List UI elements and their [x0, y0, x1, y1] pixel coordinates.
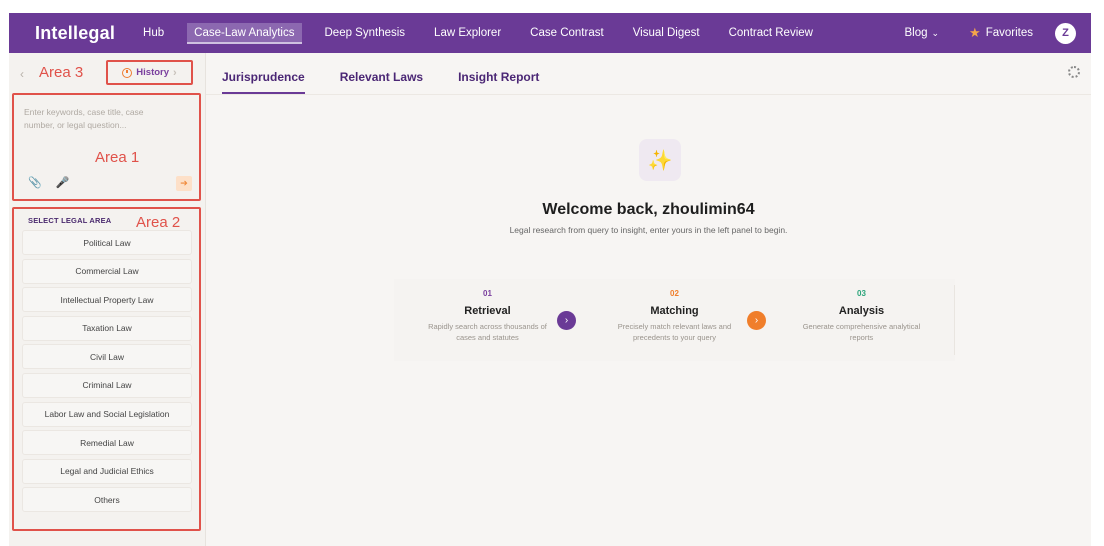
legal-area-political-law[interactable]: Political Law	[22, 230, 192, 255]
nav-item-deep-synthesis[interactable]: Deep Synthesis	[319, 23, 412, 43]
legal-area-intellectual-property-law[interactable]: Intellectual Property Law	[22, 287, 192, 313]
send-button[interactable]: ➔	[176, 176, 192, 191]
search-input[interactable]: Enter keywords, case title, case number,…	[24, 106, 164, 132]
arrow-right-icon: ›	[747, 311, 766, 330]
step-number: 02	[670, 289, 679, 298]
legal-area-list: Political Law Commercial Law Intellectua…	[22, 230, 192, 516]
step-title: Retrieval	[464, 305, 511, 317]
nav-item-case-contrast[interactable]: Case Contrast	[524, 23, 610, 43]
welcome-subtitle: Legal research from query to insight, en…	[509, 225, 788, 235]
chevron-left-icon[interactable]: ‹	[20, 67, 24, 81]
legal-area-labor-law[interactable]: Labor Law and Social Legislation	[22, 401, 192, 427]
nav-item-law-explorer[interactable]: Law Explorer	[428, 23, 507, 43]
step-analysis: 03 Analysis Generate comprehensive analy…	[768, 279, 955, 361]
nav-items: Hub Case-Law Analytics Deep Synthesis La…	[137, 22, 836, 44]
tab-jurisprudence[interactable]: Jurisprudence	[222, 70, 305, 94]
gear-icon[interactable]	[1068, 66, 1080, 78]
input-tools: 📎 🎤	[28, 176, 69, 189]
brand-logo[interactable]: Intellegal	[35, 23, 115, 44]
step-retrieval: 01 Retrieval Rapidly search across thous…	[394, 279, 581, 361]
legal-area-criminal-law[interactable]: Criminal Law	[22, 372, 192, 398]
annotation-area-1: Area 1	[95, 149, 140, 166]
legal-area-remedial-law[interactable]: Remedial Law	[22, 430, 192, 456]
step-matching: 02 Matching Precisely match relevant law…	[581, 279, 768, 361]
history-button[interactable]: History ›	[122, 66, 177, 79]
step-description: Generate comprehensive analytical report…	[802, 322, 921, 342]
process-steps: 01 Retrieval Rapidly search across thous…	[394, 279, 955, 361]
nav-item-hub[interactable]: Hub	[137, 23, 170, 43]
legal-area-others[interactable]: Others	[22, 487, 192, 513]
tab-insight-report[interactable]: Insight Report	[458, 70, 539, 94]
nav-item-contract-review[interactable]: Contract Review	[723, 23, 819, 43]
legal-area-taxation-law[interactable]: Taxation Law	[22, 315, 192, 341]
step-divider	[954, 285, 955, 355]
chevron-right-icon: ›	[173, 66, 177, 79]
main-tabs: Jurisprudence Relevant Laws Insight Repo…	[206, 53, 1091, 95]
arrow-right-icon: ›	[557, 311, 576, 330]
step-description: Rapidly search across thousands of cases…	[428, 322, 547, 342]
sparkle-icon: ✨	[639, 139, 681, 181]
legal-area-civil-law[interactable]: Civil Law	[22, 344, 192, 370]
step-number: 01	[483, 289, 492, 298]
left-panel-header: ‹ Area 3 History ›	[9, 53, 205, 95]
legal-area-title: SELECT LEGAL AREA	[28, 216, 112, 225]
annotation-box-area-2: SELECT LEGAL AREA Area 2 Political Law C…	[12, 207, 201, 531]
nav-item-case-law-analytics[interactable]: Case-Law Analytics	[187, 22, 302, 44]
legal-area-commercial-law[interactable]: Commercial Law	[22, 258, 192, 284]
favorites-button[interactable]: ★ Favorites	[969, 25, 1033, 41]
nav-item-visual-digest[interactable]: Visual Digest	[627, 23, 706, 43]
annotation-box-area-1: Enter keywords, case title, case number,…	[12, 93, 201, 201]
blog-label: Blog	[904, 27, 928, 39]
blog-menu[interactable]: Blog ⌄	[904, 27, 939, 39]
chevron-down-icon: ⌄	[931, 27, 940, 38]
step-title: Analysis	[838, 305, 885, 317]
main-content: Jurisprudence Relevant Laws Insight Repo…	[206, 53, 1091, 546]
favorites-label: Favorites	[985, 27, 1033, 39]
tab-relevant-laws[interactable]: Relevant Laws	[340, 70, 423, 94]
top-nav: Intellegal Hub Case-Law Analytics Deep S…	[9, 13, 1091, 53]
annotation-area-3: Area 3	[39, 64, 84, 81]
paperclip-icon[interactable]: 📎	[28, 176, 42, 189]
step-description: Precisely match relevant laws and preced…	[617, 322, 732, 342]
left-panel: ‹ Area 3 History › Enter keywords, case …	[9, 53, 206, 546]
avatar[interactable]: Z	[1055, 22, 1076, 44]
annotation-box-area-3: History ›	[106, 60, 193, 85]
annotation-area-2: Area 2	[136, 214, 181, 231]
welcome-heading: Welcome back, zhoulimin64	[542, 201, 755, 218]
legal-area-legal-judicial-ethics[interactable]: Legal and Judicial Ethics	[22, 458, 192, 484]
star-icon: ★	[969, 25, 981, 40]
microphone-icon[interactable]: 🎤	[56, 176, 70, 189]
nav-right: Blog ⌄ ★ Favorites Z	[904, 13, 1091, 53]
step-number: 03	[857, 289, 866, 298]
clock-icon	[122, 67, 133, 78]
step-title: Matching	[650, 305, 699, 317]
history-label: History	[136, 67, 170, 78]
app-window: Intellegal Hub Case-Law Analytics Deep S…	[9, 13, 1091, 546]
